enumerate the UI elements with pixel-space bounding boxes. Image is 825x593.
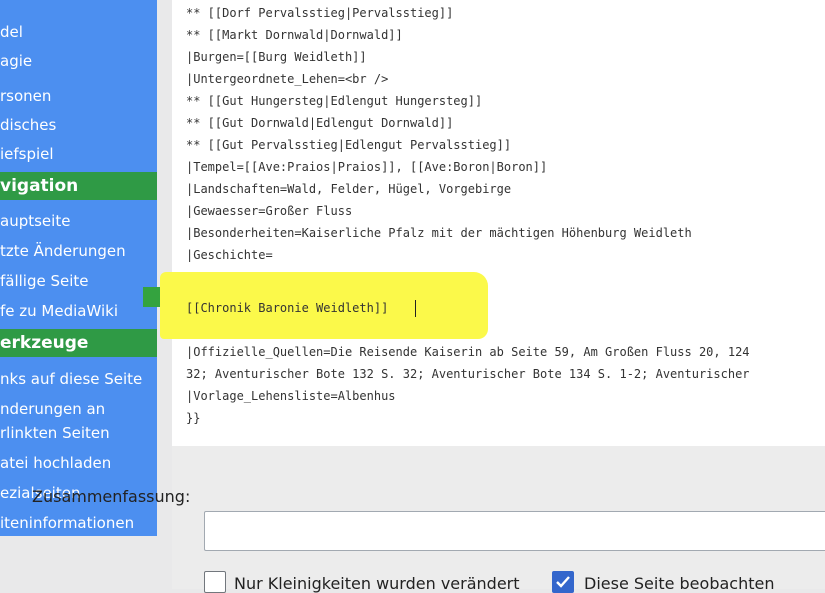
text-cursor: [415, 300, 416, 317]
annotation-marker: [143, 287, 161, 307]
editor-line: ** [[Gut Dornwald|Edlengut Dornwald]]: [186, 116, 454, 130]
sidebar-link-5[interactable]: iefspiel: [0, 145, 54, 163]
sidebar-item-related-changes-line1[interactable]: nderungen an: [0, 400, 105, 418]
sidebar-link-4[interactable]: disches: [0, 116, 56, 134]
editor-line: ** [[Dorf Pervalsstieg|Pervalsstieg]]: [186, 6, 454, 20]
editor-line: |Offizielle_Quellen=Die Reisende Kaiseri…: [186, 345, 750, 359]
sidebar-item-mediawiki-help[interactable]: fe zu MediaWiki: [0, 302, 118, 320]
sidebar-item-random-page[interactable]: fällige Seite: [0, 272, 89, 290]
sidebar-item-main-page[interactable]: auptseite: [0, 212, 70, 230]
editor-line: ** [[Gut Pervalsstieg|Edlengut Pervalsst…: [186, 138, 512, 152]
sidebar-item-upload-file[interactable]: atei hochladen: [0, 454, 111, 472]
checkmark-icon: [556, 576, 570, 588]
editor-line: |Gewaesser=Großer Fluss: [186, 204, 353, 218]
editor-line: |Tempel=[[Ave:Praios|Praios]], [[Ave:Bor…: [186, 160, 548, 174]
sidebar-link-1[interactable]: del: [0, 23, 23, 41]
summary-label: Zusammenfassung:: [32, 487, 191, 506]
editor-line: |Geschichte=: [186, 248, 273, 262]
editor-line: |Burgen=[[Burg Weidleth]]: [186, 50, 367, 64]
minor-edit-checkbox[interactable]: [204, 571, 226, 593]
sidebar-footer-area: [0, 536, 157, 589]
editor-line: ** [[Gut Hungersteg|Edlengut Hungersteg]…: [186, 94, 483, 108]
tools-heading: erkzeuge: [0, 329, 157, 357]
sidebar-item-related-changes-line2[interactable]: rlinkten Seiten: [0, 424, 110, 442]
editor-line: |Besonderheiten=Kaiserliche Pfalz mit de…: [186, 226, 692, 240]
minor-edit-label[interactable]: Nur Kleinigkeiten wurden verändert: [234, 574, 520, 593]
sidebar-item-page-information[interactable]: iteninformationen: [0, 514, 134, 532]
sidebar-link-2[interactable]: agie: [0, 52, 32, 70]
editor-line-highlighted: [[Chronik Baronie Weidleth]]: [186, 301, 389, 315]
editor-line: |Vorlage_Lehensliste=Albenhus: [186, 389, 396, 403]
editor-line: |Untergeordnete_Lehen=<br />: [186, 72, 389, 86]
sidebar-link-3[interactable]: rsonen: [0, 87, 51, 105]
editor-line: ** [[Markt Dornwald|Dornwald]]: [186, 28, 403, 42]
watch-page-label[interactable]: Diese Seite beobachten: [584, 574, 774, 593]
summary-input[interactable]: [204, 511, 825, 551]
editor-line: |Landschaften=Wald, Felder, Hügel, Vorge…: [186, 182, 512, 196]
sidebar-item-what-links-here[interactable]: nks auf diese Seite: [0, 370, 142, 388]
navigation-heading: vigation: [0, 172, 157, 200]
editor-line: }}: [186, 411, 201, 425]
sidebar-item-recent-changes[interactable]: tzte Änderungen: [0, 242, 126, 260]
watch-page-checkbox[interactable]: [552, 571, 574, 593]
editor-line: 32; Aventurischer Bote 132 S. 32; Aventu…: [186, 367, 750, 381]
sidebar: del agie rsonen disches iefspiel vigatio…: [0, 0, 157, 536]
